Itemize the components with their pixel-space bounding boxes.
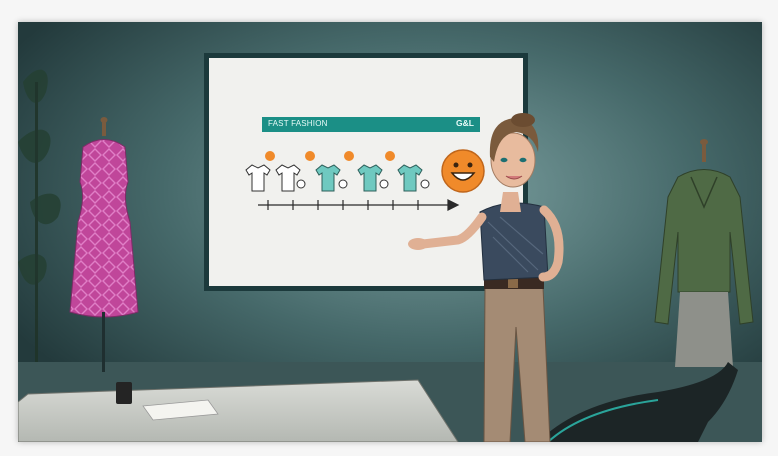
image-frame: FAST FASHION G&L: [0, 0, 778, 456]
scene-illustration: [18, 22, 762, 442]
cup: [116, 382, 132, 404]
brand-logo: G&L: [456, 118, 474, 128]
smiley-icon: [441, 149, 485, 193]
whiteboard-title-bar: FAST FASHION G&L: [262, 117, 480, 132]
whiteboard-title: FAST FASHION: [268, 119, 328, 128]
illustration-scene: FAST FASHION G&L: [18, 22, 762, 442]
